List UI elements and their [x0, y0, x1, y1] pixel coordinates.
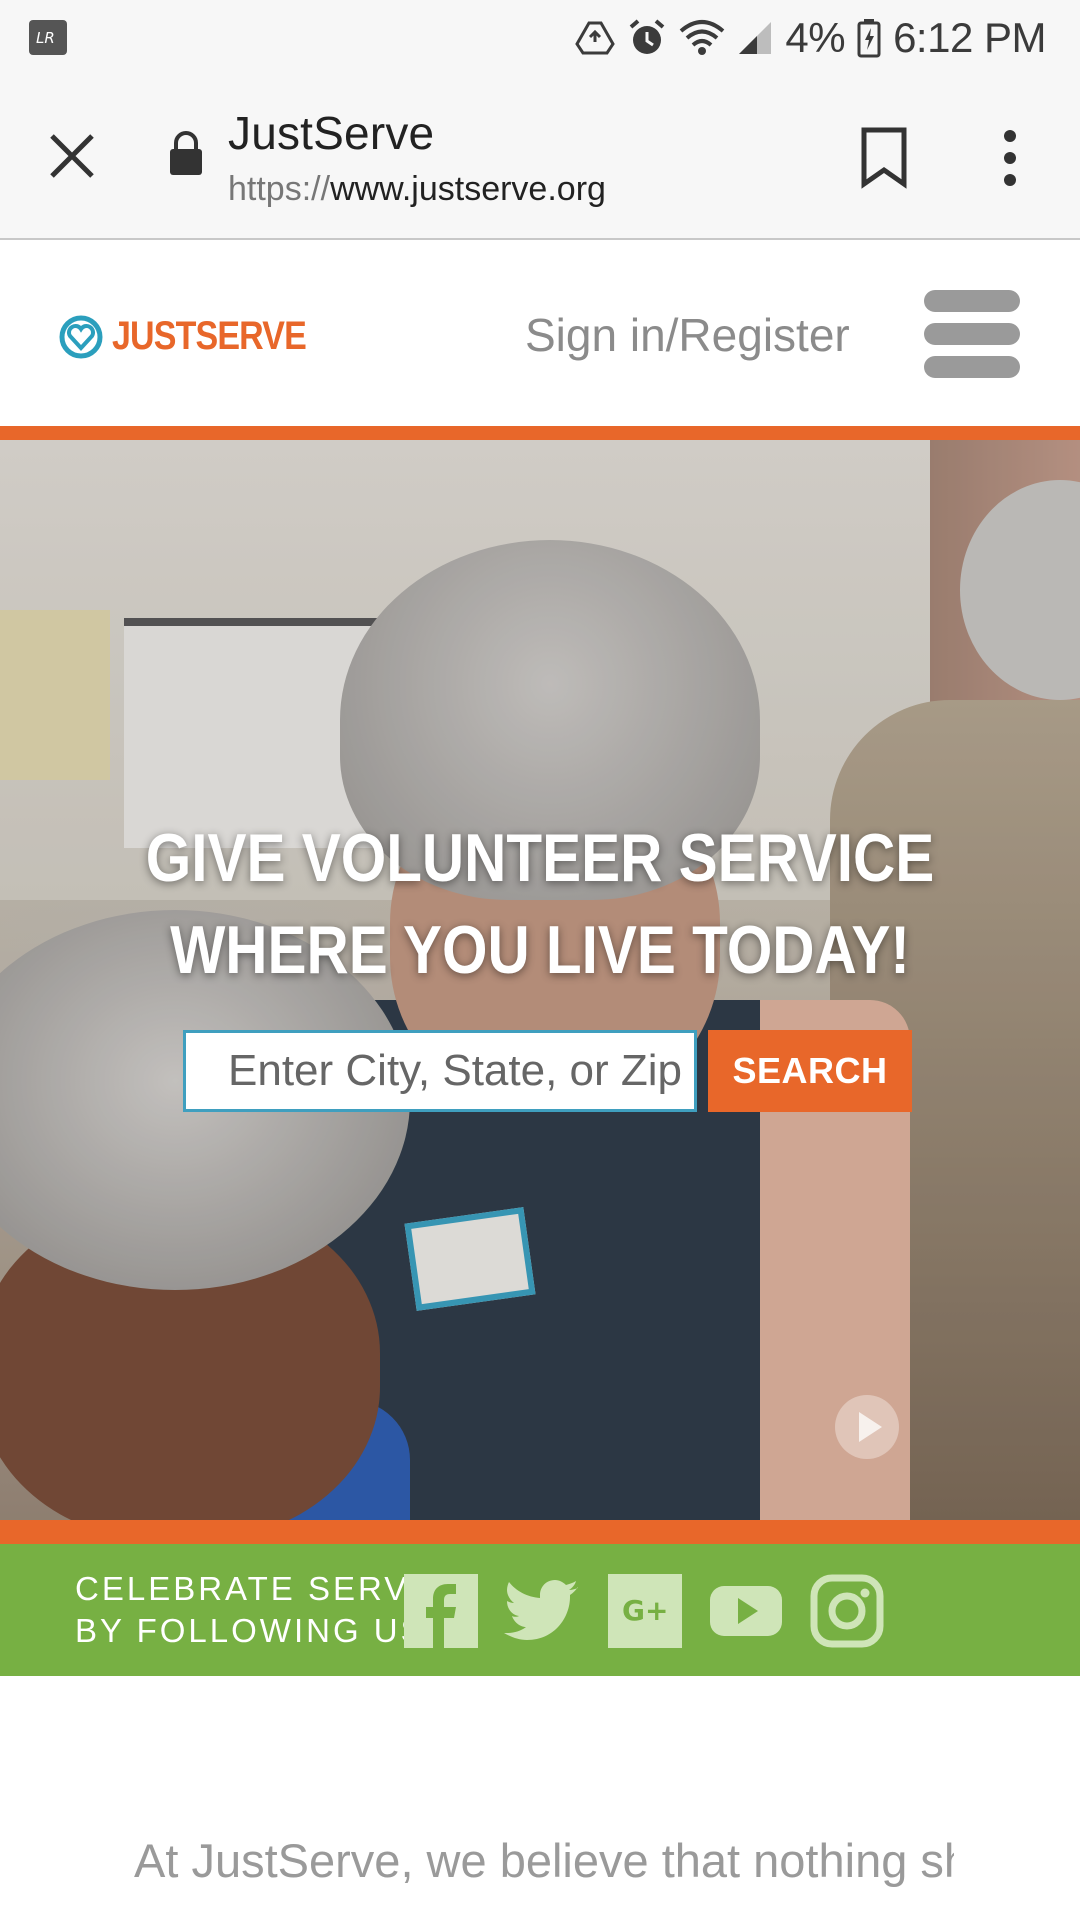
battery-percent: 4%: [785, 14, 846, 61]
close-icon[interactable]: [44, 128, 100, 184]
youtube-icon[interactable]: [708, 1574, 784, 1648]
svg-text:G+: G+: [622, 1594, 668, 1627]
twitter-icon[interactable]: [504, 1574, 580, 1648]
signin-register-link[interactable]: Sign in/Register: [525, 308, 850, 362]
heart-logo-icon: [59, 315, 103, 358]
drive-sync-icon: [575, 20, 616, 56]
logo-text-just: JUST: [112, 314, 196, 358]
browser-toolbar: JustServe https://www.justserve.org: [0, 76, 1080, 240]
hamburger-bar: [924, 290, 1020, 312]
hero-banner: GIVE VOLUNTEER SERVICE WHERE YOU LIVE TO…: [0, 440, 1080, 1520]
page-title: JustServe: [228, 107, 435, 159]
wifi-icon: [679, 19, 725, 57]
signal-icon: [737, 20, 773, 56]
hamburger-menu-icon[interactable]: [924, 290, 1020, 378]
logo-wordmark: JUSTSERVE: [112, 314, 307, 359]
site-header: JUSTSERVE Sign in/Register: [0, 242, 1080, 426]
hamburger-bar: [924, 356, 1020, 378]
logo-text-serve: SERVE: [195, 314, 307, 358]
intro-paragraph: At JustServe, we believe that nothing sh…: [134, 1834, 954, 1887]
clock: 6:12 PM: [893, 14, 1046, 61]
svg-text:LR: LR: [36, 29, 55, 47]
instagram-icon[interactable]: [810, 1574, 884, 1648]
more-vert-icon[interactable]: [986, 126, 1034, 190]
hero-title: GIVE VOLUNTEER SERVICE WHERE YOU LIVE TO…: [76, 812, 1005, 996]
url-scheme: https://: [228, 170, 331, 208]
hamburger-bar: [924, 323, 1020, 345]
alarm-icon: [627, 18, 667, 58]
url-bar[interactable]: https://www.justserve.org: [228, 170, 606, 209]
hero-title-line1: GIVE VOLUNTEER SERVICE: [145, 820, 935, 896]
lock-icon[interactable]: [168, 131, 204, 177]
facebook-icon[interactable]: [404, 1574, 478, 1648]
location-search-input[interactable]: [183, 1030, 697, 1112]
bookmark-icon[interactable]: [856, 126, 912, 190]
orange-divider: [0, 1520, 1080, 1544]
play-icon[interactable]: [834, 1394, 900, 1460]
battery-charging-icon: [857, 18, 881, 58]
social-follow-band: CELEBRATE SERVICE BY FOLLOWING US G+: [0, 1544, 1080, 1676]
justserve-logo[interactable]: JUSTSERVE: [58, 314, 340, 359]
hero-title-line2: WHERE YOU LIVE TODAY!: [170, 912, 910, 988]
google-plus-icon[interactable]: G+: [608, 1574, 682, 1648]
app-notification-icon: LR: [28, 19, 68, 56]
orange-divider: [0, 426, 1080, 440]
status-bar: LR 4% 6:12 PM: [0, 0, 1080, 76]
url-host: www.justserve.org: [330, 170, 606, 208]
search-button[interactable]: SEARCH: [708, 1030, 912, 1112]
